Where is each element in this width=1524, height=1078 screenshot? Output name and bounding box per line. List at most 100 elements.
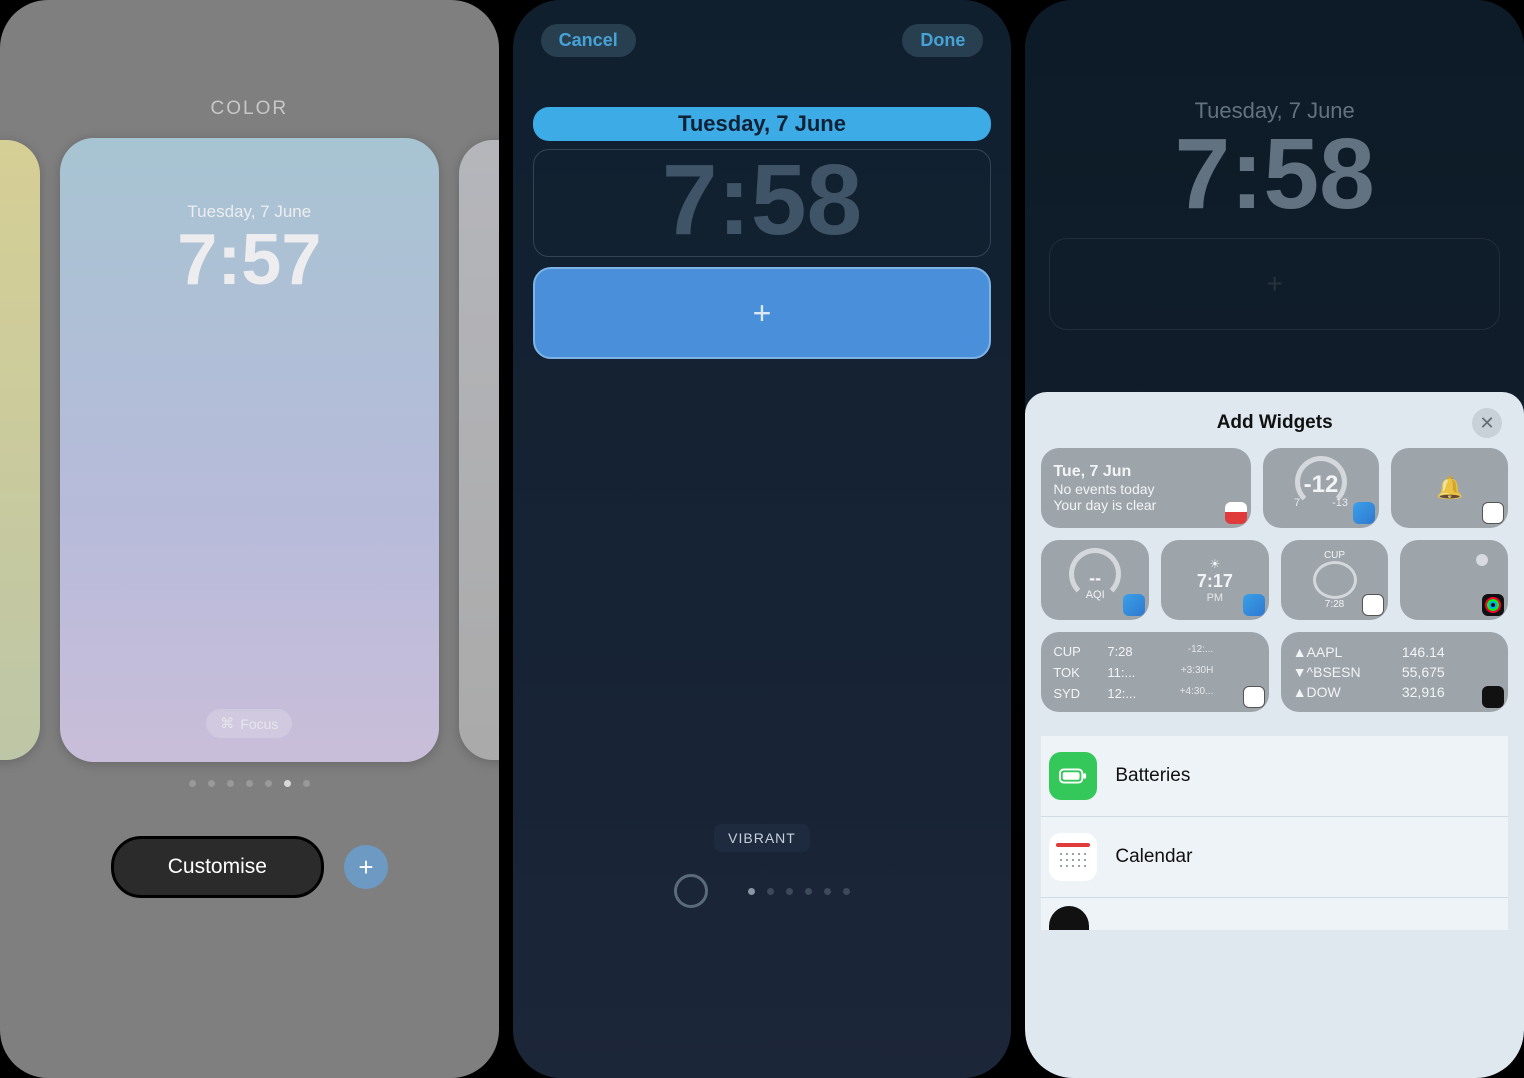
lock-date: Tuesday, 7 June bbox=[187, 202, 311, 222]
batteries-icon bbox=[1049, 752, 1097, 800]
page-dot[interactable] bbox=[189, 780, 196, 787]
clock-app-icon bbox=[1482, 502, 1504, 524]
widget-worldclock-analog-sq[interactable]: CUP 7:28 bbox=[1281, 540, 1389, 620]
wc-time: 11:... bbox=[1107, 665, 1151, 680]
app-row-partial[interactable] bbox=[1041, 898, 1508, 930]
weather-app-icon bbox=[1123, 594, 1145, 616]
wc-city: TOK bbox=[1053, 665, 1097, 680]
weather-app-icon bbox=[1353, 502, 1375, 524]
time-widget-slot[interactable]: 7:58 bbox=[533, 149, 992, 257]
wc-time: 7:28 bbox=[1107, 644, 1151, 659]
calendar-line1: Tue, 7 Jun bbox=[1053, 463, 1238, 481]
add-widget-slot[interactable]: + bbox=[533, 267, 992, 359]
stock-val: 146.14 bbox=[1389, 644, 1445, 660]
calendar-icon bbox=[1049, 833, 1097, 881]
widget-sunrise-sq[interactable]: ☀︎ 7:17 PM bbox=[1161, 540, 1269, 620]
stock-val: 32,916 bbox=[1389, 684, 1445, 700]
worldclock-city: CUP bbox=[1324, 550, 1345, 561]
date-widget-slot[interactable]: Tuesday, 7 June bbox=[533, 107, 992, 141]
page-dot[interactable] bbox=[805, 888, 812, 895]
clock-app-icon bbox=[1243, 686, 1265, 708]
app-label: Calendar bbox=[1115, 846, 1192, 868]
wallpaper-cards: Tuesday, 7 June 7:57 ⌘ Focus Customise + bbox=[0, 120, 499, 1078]
wc-diff: +3:30H bbox=[1161, 665, 1213, 680]
widget-stocks-wide[interactable]: ▲AAPL 146.14 ▼^BSESN 55,675 ▲DOW 32,916 bbox=[1281, 632, 1508, 712]
close-icon: ✕ bbox=[1479, 413, 1494, 434]
wallpaper-card-prev[interactable] bbox=[0, 140, 40, 760]
calendar-line3: Your day is clear bbox=[1053, 497, 1238, 513]
lock-time: 7:57 bbox=[177, 224, 321, 296]
panel-add-widget-sheet: Tuesday, 7 June 7:58 + Add Widgets ✕ Tue… bbox=[1025, 0, 1524, 1078]
widget-activity-sq[interactable] bbox=[1400, 540, 1508, 620]
page-dot[interactable] bbox=[284, 780, 291, 787]
stock-sym: ▼^BSESN bbox=[1293, 664, 1375, 680]
panel-lock-edit: Cancel Done Tuesday, 7 June 7:58 + VIBRA… bbox=[513, 0, 1012, 1078]
fitness-app-icon bbox=[1482, 594, 1504, 616]
sunrise-time: 7:17 bbox=[1197, 571, 1233, 592]
calendar-app-icon bbox=[1225, 502, 1247, 524]
page-dot[interactable] bbox=[748, 888, 755, 895]
weather-high: -13 bbox=[1332, 497, 1348, 509]
wc-diff: +4:30... bbox=[1161, 686, 1213, 701]
lock-time: 7:58 bbox=[1049, 124, 1500, 224]
app-row-calendar[interactable]: Calendar bbox=[1041, 817, 1508, 898]
widget-calendar-wide[interactable]: Tue, 7 Jun No events today Your day is c… bbox=[1041, 448, 1250, 528]
sheet-title: Add Widgets bbox=[1217, 412, 1333, 434]
page-dot[interactable] bbox=[246, 780, 253, 787]
gallery-category-title: COLOR bbox=[211, 98, 289, 120]
bell-icon: 🔔 bbox=[1436, 475, 1463, 501]
focus-label: Focus bbox=[240, 716, 278, 732]
widget-weather-sq[interactable]: -12 7 -13 bbox=[1263, 448, 1380, 528]
widget-alarm-sq[interactable]: 🔔 bbox=[1391, 448, 1508, 528]
page-dot[interactable] bbox=[303, 780, 310, 787]
page-dot[interactable] bbox=[208, 780, 215, 787]
weather-low: 7 bbox=[1294, 497, 1300, 509]
app-icon-partial bbox=[1049, 906, 1089, 930]
analog-clock-icon bbox=[1313, 561, 1357, 599]
page-dot[interactable] bbox=[843, 888, 850, 895]
widget-worldclock-wide[interactable]: CUP 7:28 -12:... TOK 11:... +3:30H SYD 1… bbox=[1041, 632, 1268, 712]
wallpaper-card-current[interactable]: Tuesday, 7 June 7:57 ⌘ Focus bbox=[60, 138, 439, 762]
stock-sym: ▲DOW bbox=[1293, 684, 1375, 700]
page-dot[interactable] bbox=[824, 888, 831, 895]
page-dot[interactable] bbox=[265, 780, 272, 787]
page-dots bbox=[0, 780, 499, 787]
app-row-batteries[interactable]: Batteries bbox=[1041, 736, 1508, 817]
style-label: VIBRANT bbox=[714, 824, 810, 852]
stock-val: 55,675 bbox=[1389, 664, 1445, 680]
page-dot[interactable] bbox=[786, 888, 793, 895]
customise-button[interactable]: Customise bbox=[111, 836, 324, 898]
wc-diff: -12:... bbox=[1161, 644, 1213, 659]
app-label: Batteries bbox=[1115, 765, 1190, 787]
worldclock-time: 7:28 bbox=[1325, 599, 1344, 610]
widget-aqi-sq[interactable]: -- AQI bbox=[1041, 540, 1149, 620]
gauge-icon bbox=[1069, 548, 1121, 600]
sunrise-icon: ☀︎ bbox=[1209, 557, 1220, 571]
dot-icon bbox=[1476, 554, 1488, 566]
focus-pill[interactable]: ⌘ Focus bbox=[206, 709, 292, 738]
style-swatch[interactable] bbox=[674, 874, 708, 908]
weather-app-icon bbox=[1243, 594, 1265, 616]
wc-city: SYD bbox=[1053, 686, 1097, 701]
done-button[interactable]: Done bbox=[902, 24, 983, 57]
plus-icon: + bbox=[753, 295, 772, 332]
wc-city: CUP bbox=[1053, 644, 1097, 659]
widget-suggestions: Tue, 7 Jun No events today Your day is c… bbox=[1041, 448, 1508, 712]
app-list: Batteries Calendar bbox=[1041, 736, 1508, 930]
link-icon: ⌘ bbox=[220, 715, 234, 732]
lock-time: 7:58 bbox=[534, 150, 991, 256]
page-dot[interactable] bbox=[767, 888, 774, 895]
lock-preview: Tuesday, 7 June 7:58 bbox=[1025, 98, 1524, 224]
calendar-line2: No events today bbox=[1053, 481, 1238, 497]
add-wallpaper-button[interactable]: + bbox=[344, 845, 388, 889]
page-dot[interactable] bbox=[227, 780, 234, 787]
stocks-app-icon bbox=[1482, 686, 1504, 708]
close-button[interactable]: ✕ bbox=[1472, 408, 1502, 438]
add-widgets-sheet: Add Widgets ✕ Tue, 7 Jun No events today… bbox=[1025, 392, 1524, 1078]
style-page-dots bbox=[748, 888, 850, 895]
panel-lock-gallery: COLOR Tuesday, 7 June 7:57 ⌘ Focus Custo… bbox=[0, 0, 499, 1078]
clock-app-icon bbox=[1362, 594, 1384, 616]
wc-time: 12:... bbox=[1107, 686, 1151, 701]
wallpaper-card-next[interactable] bbox=[459, 140, 499, 760]
cancel-button[interactable]: Cancel bbox=[541, 24, 636, 57]
